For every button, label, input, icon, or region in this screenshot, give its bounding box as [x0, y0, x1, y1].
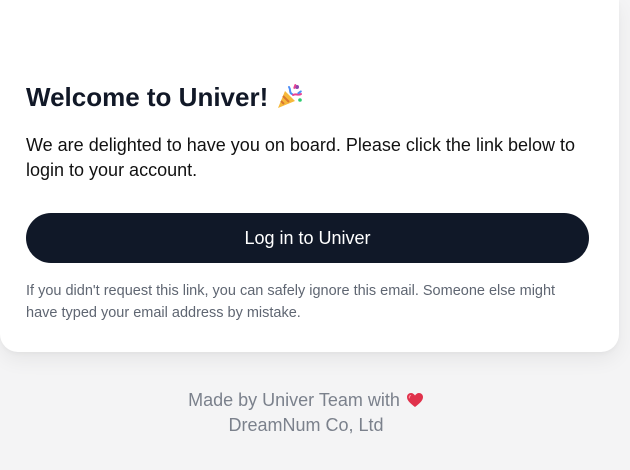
- heart-icon: [406, 390, 424, 407]
- footer-credit-text: Made by Univer Team with: [188, 390, 400, 410]
- welcome-title: Welcome to Univer!: [26, 80, 304, 114]
- footer-company: DreamNum Co, Ltd: [228, 415, 384, 435]
- party-popper-icon: [276, 82, 304, 110]
- footer-line-credit: Made by Univer Team with: [0, 388, 612, 413]
- ignore-notice: If you didn't request this link, you can…: [26, 283, 556, 321]
- footer: Made by Univer Team with DreamNum Co, Lt…: [0, 388, 612, 438]
- welcome-title-text: Welcome to Univer!: [26, 82, 269, 112]
- intro-text: We are delighted to have you on board. P…: [26, 135, 575, 180]
- login-button[interactable]: Log in to Univer: [26, 213, 589, 263]
- email-card: Welcome to Univer! We are delighted to h…: [0, 0, 619, 352]
